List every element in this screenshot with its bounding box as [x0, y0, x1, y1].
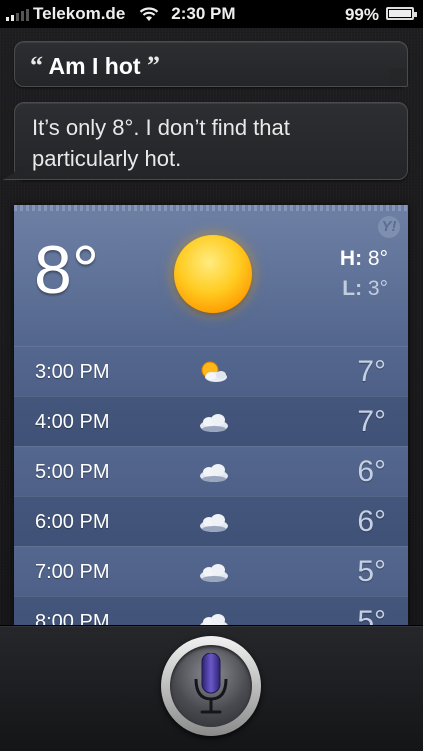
clock: 2:30 PM — [171, 4, 236, 23]
hourly-row: 4:00 PM 7° — [14, 396, 408, 447]
current-temperature: 8° — [34, 232, 100, 308]
hour-temperature: 6° — [357, 455, 386, 488]
low-temperature: L: 3° — [342, 277, 388, 300]
microphone-icon[interactable] — [191, 653, 231, 719]
hourly-row: 5:00 PM 6° — [14, 446, 408, 497]
hourly-row: 7:00 PM 5° — [14, 546, 408, 597]
card-perforated-edge — [14, 205, 408, 211]
hour-temperature: 7° — [357, 405, 386, 438]
user-query: Am I hot — [48, 53, 141, 79]
siri-response-text: It’s only 8°. I don’t find that particul… — [32, 115, 290, 171]
cloud-icon — [200, 564, 228, 582]
hour-time: 5:00 PM — [35, 461, 110, 483]
sun-icon — [174, 235, 252, 313]
close-quote: ” — [146, 51, 160, 80]
user-query-bubble[interactable]: “ Am I hot ” — [14, 41, 408, 87]
partly-cloudy-icon — [201, 361, 227, 382]
hour-temperature: 6° — [357, 505, 386, 538]
weather-card[interactable]: Y! 8° H: 8° L: 3° 3:00 PM 7° 4:00 PM 7° … — [14, 205, 408, 625]
hour-temperature: 7° — [357, 355, 386, 388]
cloud-icon — [200, 464, 228, 482]
hourly-row: 6:00 PM 6° — [14, 496, 408, 547]
wifi-icon — [140, 6, 159, 21]
signal-icon — [6, 7, 29, 21]
battery-icon — [386, 7, 417, 20]
hour-time: 8:00 PM — [35, 611, 110, 625]
hourly-row: 3:00 PM 7° — [14, 346, 408, 397]
yahoo-logo[interactable]: Y! — [378, 213, 400, 238]
hour-time: 6:00 PM — [35, 511, 110, 533]
hour-time: 7:00 PM — [35, 561, 110, 583]
hour-temperature: 5° — [357, 555, 386, 588]
high-temperature: H: 8° — [339, 247, 388, 270]
cloud-icon — [200, 514, 228, 532]
carrier-name: Telekom.de — [33, 4, 126, 23]
hour-temperature: 5° — [357, 605, 386, 625]
cloud-icon — [200, 414, 228, 432]
siri-response-bubble: It’s only 8°. I don’t find that particul… — [14, 102, 408, 180]
user-query-text: “ Am I hot ” — [30, 51, 160, 81]
battery-percentage: 99% — [344, 5, 379, 24]
hour-time: 3:00 PM — [35, 361, 110, 383]
cloud-icon — [200, 614, 228, 625]
hourly-row: 8:00 PM 5° — [14, 596, 408, 625]
hour-time: 4:00 PM — [35, 411, 110, 433]
status-bar: Telekom.de 2:30 PM 99% — [0, 0, 423, 28]
open-quote: “ — [30, 51, 43, 80]
